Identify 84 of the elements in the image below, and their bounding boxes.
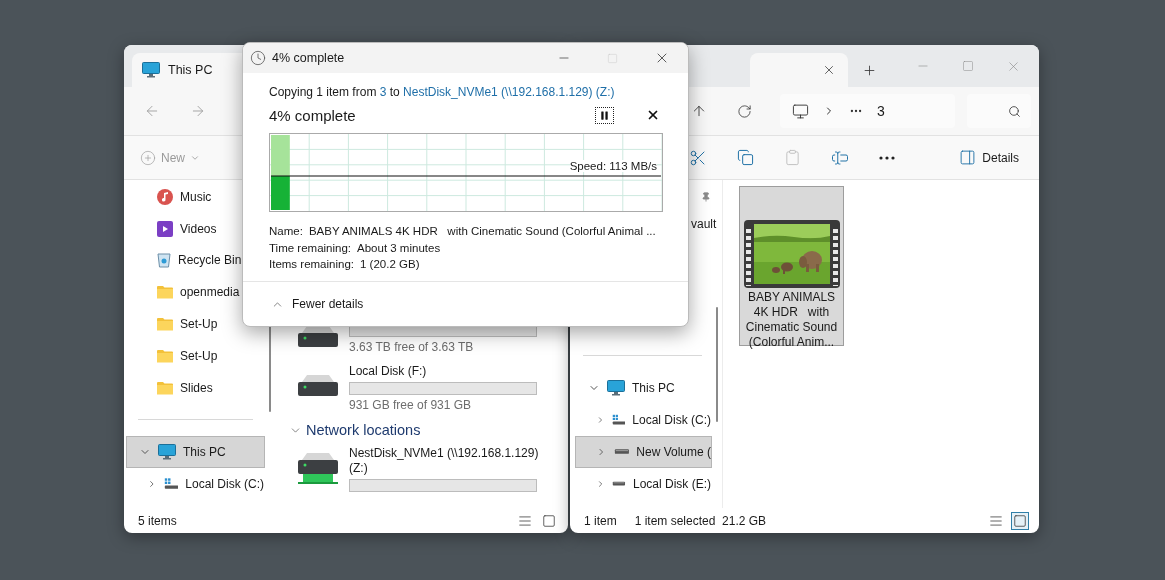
speed-label: Speed: 113 MB/s bbox=[569, 160, 657, 172]
folder-icon bbox=[157, 317, 173, 331]
details-button[interactable]: Details bbox=[959, 149, 1019, 166]
tree-item[interactable]: New Volume ( bbox=[575, 436, 712, 468]
sidebar-item[interactable]: Recycle Bin bbox=[126, 244, 265, 277]
copy-icon bbox=[737, 149, 754, 166]
monitor-icon bbox=[158, 444, 176, 461]
square-icon bbox=[542, 513, 556, 528]
cancel-button[interactable] bbox=[646, 108, 660, 122]
recycle-bin-icon bbox=[157, 252, 171, 269]
detail-label: Name: bbox=[269, 224, 303, 239]
pause-button[interactable] bbox=[595, 106, 614, 124]
maximize-icon bbox=[607, 52, 618, 64]
folder-icon bbox=[157, 380, 173, 395]
drive-item[interactable]: Local Disk (F:) 931 GB free of 931 GB bbox=[297, 364, 568, 412]
address-bar[interactable]: 3 bbox=[780, 94, 955, 128]
system-drive-icon bbox=[163, 477, 179, 492]
free-space-text: 931 GB free of 931 GB bbox=[349, 398, 473, 412]
copy-button[interactable] bbox=[735, 147, 756, 168]
detail-label: Items remaining: bbox=[269, 257, 354, 272]
selection-info: 1 item selected 21.2 GB bbox=[634, 513, 767, 528]
clipboard-icon bbox=[784, 149, 801, 166]
tree-item[interactable]: Local Disk (E:) bbox=[575, 468, 712, 500]
monitor-icon bbox=[792, 102, 809, 120]
drive-name: NestDisk_NVMe1 (\\192.168.1.129) (Z:) bbox=[349, 446, 539, 476]
arrow-up-icon bbox=[691, 103, 707, 119]
sidebar-item[interactable]: Music bbox=[126, 181, 265, 213]
folder-icon bbox=[157, 285, 173, 300]
progress-heading: 4% complete bbox=[269, 106, 356, 124]
drive-item[interactable]: NestDisk_NVMe1 (\\192.168.1.129) (Z:) bbox=[297, 446, 568, 492]
free-space-text: 3.63 TB free of 3.63 TB bbox=[349, 340, 475, 354]
system-drive-icon bbox=[611, 413, 626, 427]
tree-item[interactable]: This PC bbox=[126, 436, 265, 469]
copy-description: Copying 1 item from 3 to NestDisk_NVMe1 (\\192.168.1.129) (Z:) bbox=[269, 85, 616, 99]
plus-icon bbox=[862, 62, 877, 78]
sidebar-item[interactable]: Set-Up bbox=[126, 339, 265, 372]
ellipsis-icon bbox=[879, 155, 895, 160]
chevron-right-icon bbox=[596, 414, 605, 426]
square-icon bbox=[1013, 513, 1027, 528]
close-icon bbox=[646, 108, 660, 122]
drive-icon bbox=[612, 481, 626, 487]
tree-item[interactable]: Local Disk (C:) bbox=[126, 468, 265, 501]
sidebar-item[interactable]: Set-Up bbox=[126, 308, 265, 340]
folder-icon bbox=[157, 348, 173, 363]
search-icon bbox=[1008, 104, 1021, 118]
address-segment[interactable]: 3 bbox=[877, 103, 885, 119]
monitor-icon bbox=[607, 380, 625, 396]
item-count: 5 items bbox=[138, 513, 177, 528]
detail-label: Time remaining: bbox=[269, 240, 352, 256]
drive-icon bbox=[613, 449, 630, 455]
dialog-title: 4% complete bbox=[272, 51, 345, 65]
close-icon bbox=[822, 63, 836, 77]
detail-value: 1 (20.2 GB) bbox=[360, 257, 420, 272]
rename-icon bbox=[831, 148, 849, 167]
monitor-icon bbox=[142, 62, 160, 78]
tree-item[interactable]: Local Disk (C:) bbox=[575, 404, 712, 436]
tiles-view-button[interactable] bbox=[1011, 511, 1029, 530]
group-header[interactable]: Network locations bbox=[289, 422, 568, 438]
network-drive-icon bbox=[297, 452, 339, 486]
refresh-icon bbox=[737, 103, 752, 119]
clock-icon bbox=[250, 50, 266, 66]
plus-icon bbox=[140, 149, 156, 166]
tree-item[interactable]: This PC bbox=[575, 372, 712, 404]
sidebar-item[interactable]: openmedia bbox=[126, 276, 265, 309]
source-link[interactable]: 3 bbox=[379, 85, 387, 99]
sidebar-item[interactable]: Slides bbox=[126, 371, 265, 404]
pause-icon bbox=[599, 109, 610, 121]
film-icon bbox=[157, 220, 173, 237]
search-field[interactable] bbox=[966, 94, 1031, 128]
item-count: 1 item bbox=[584, 513, 617, 528]
maximize-button[interactable] bbox=[960, 58, 976, 74]
scissors-icon bbox=[689, 148, 707, 167]
detail-value: About 3 minutes bbox=[357, 240, 441, 256]
list-icon bbox=[989, 513, 1003, 528]
pin-icon bbox=[701, 191, 711, 203]
music-icon bbox=[157, 188, 173, 205]
list-icon bbox=[518, 513, 532, 528]
drive-name: Local Disk (F:) bbox=[349, 364, 428, 379]
detail-value: BABY ANIMALS 4K HDR with Cinematic Sound (Colorful Animal ... bbox=[308, 224, 656, 239]
destination-link[interactable]: NestDisk_NVMe1 (\\192.168.1.129) (Z:) bbox=[403, 85, 615, 99]
maximize-icon bbox=[962, 60, 974, 72]
details-pane-icon bbox=[959, 149, 977, 166]
fewer-details-button[interactable]: Fewer details bbox=[271, 297, 364, 311]
sidebar-item[interactable]: Videos bbox=[126, 212, 265, 245]
